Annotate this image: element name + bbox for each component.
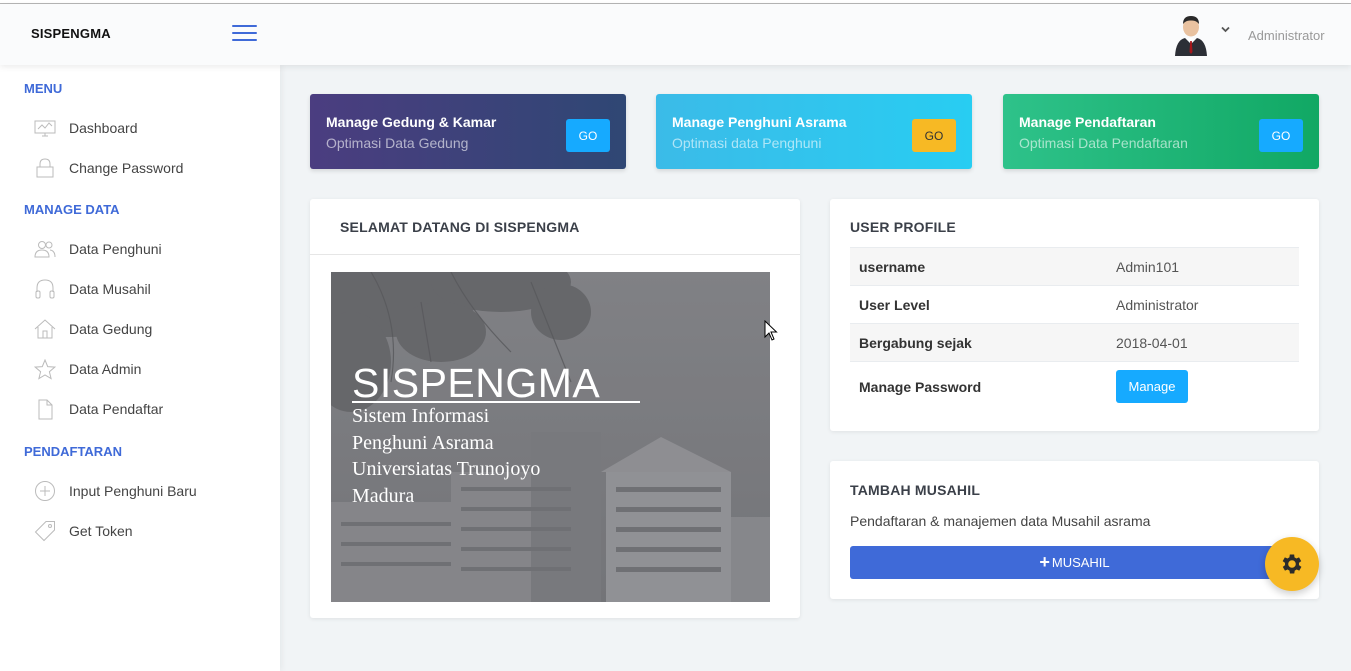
add-musahil-button[interactable]: + MUSAHIL xyxy=(850,546,1299,579)
plus-circle-icon xyxy=(30,479,62,503)
hero-line-3: Universiatas Trunojoyo xyxy=(352,458,541,480)
tile-manage-gedung: Manage Gedung & Kamar Optimasi Data Gedu… xyxy=(310,94,626,169)
sidebar-item-data-admin[interactable]: Data Admin xyxy=(30,354,270,384)
go-button-pendaftaran[interactable]: GO xyxy=(1259,119,1303,152)
profile-table: username Admin101 User Level Administrat… xyxy=(850,247,1299,412)
sidebar-item-label: Input Penghuni Baru xyxy=(69,483,197,499)
hero-title: SISPENGMA xyxy=(352,360,601,406)
tile-title: Manage Penghuni Asrama xyxy=(672,114,847,130)
table-row: Manage Password Manage xyxy=(850,361,1299,412)
table-row: Bergabung sejak 2018-04-01 xyxy=(850,323,1299,362)
menu-toggle-icon[interactable] xyxy=(232,25,257,42)
avatar[interactable] xyxy=(1172,14,1210,56)
profile-key: Manage Password xyxy=(850,361,1107,412)
manage-password-button[interactable]: Manage xyxy=(1116,370,1188,404)
tile-manage-pendaftaran: Manage Pendaftaran Optimasi Data Pendaft… xyxy=(1003,94,1319,169)
table-row: User Level Administrator xyxy=(850,285,1299,324)
headphones-icon xyxy=(30,277,62,301)
lock-icon xyxy=(30,156,62,180)
settings-gear-button[interactable] xyxy=(1265,537,1319,591)
go-button-gedung[interactable]: GO xyxy=(566,119,610,152)
welcome-title: SELAMAT DATANG DI SISPENGMA xyxy=(340,219,580,235)
sidebar-item-input-penghuni-baru[interactable]: Input Penghuni Baru xyxy=(30,476,270,506)
sidebar-item-label: Data Musahil xyxy=(69,281,151,297)
sidebar-item-label: Data Admin xyxy=(69,361,142,377)
tile-manage-penghuni: Manage Penghuni Asrama Optimasi data Pen… xyxy=(656,94,972,169)
sidebar-item-label: Dashboard xyxy=(69,120,138,136)
gear-icon xyxy=(1282,554,1302,574)
user-profile-card: USER PROFILE username Admin101 User Leve… xyxy=(830,199,1319,431)
profile-key: username xyxy=(850,247,1107,286)
file-icon xyxy=(30,397,62,421)
tile-title: Manage Pendaftaran xyxy=(1019,114,1156,130)
plus-icon: + xyxy=(1039,552,1050,572)
sidebar-item-label: Get Token xyxy=(69,523,133,539)
profile-title: USER PROFILE xyxy=(850,219,956,235)
sidebar-item-label: Change Password xyxy=(69,160,184,176)
profile-value: Admin101 xyxy=(1107,247,1299,286)
musahil-description: Pendaftaran & manajemen data Musahil asr… xyxy=(850,513,1151,529)
home-icon xyxy=(30,317,62,341)
monitor-icon xyxy=(30,116,62,140)
sidebar-section-manage-data: MANAGE DATA xyxy=(24,202,120,217)
chevron-down-icon[interactable] xyxy=(1221,24,1230,36)
header-user-name[interactable]: Administrator xyxy=(1248,28,1325,43)
tile-subtitle: Optimasi data Penghuni xyxy=(672,135,822,151)
go-button-penghuni[interactable]: GO xyxy=(912,119,956,152)
users-icon xyxy=(30,237,62,261)
hero-line-1: Sistem Informasi xyxy=(352,405,490,427)
sidebar-item-data-pendaftar[interactable]: Data Pendaftar xyxy=(30,394,270,424)
sidebar-item-label: Data Gedung xyxy=(69,321,153,337)
sidebar-item-dashboard[interactable]: Dashboard xyxy=(30,113,270,143)
app-header: SISPENGMA Administrator xyxy=(0,4,1351,65)
table-row: username Admin101 xyxy=(850,247,1299,286)
sidebar-section-pendaftaran: PENDAFTARAN xyxy=(24,444,122,459)
sidebar-section-menu: MENU xyxy=(24,81,63,96)
welcome-card: SELAMAT DATANG DI SISPENGMA SISPENGMA Si… xyxy=(310,199,800,618)
sidebar-item-label: Data Penghuni xyxy=(69,241,162,257)
hero-line-2: Penghuni Asrama xyxy=(352,431,494,454)
sidebar-item-change-password[interactable]: Change Password xyxy=(30,153,270,183)
sidebar-item-data-penghuni[interactable]: Data Penghuni xyxy=(30,234,270,264)
brand-logo[interactable]: SISPENGMA xyxy=(31,26,111,41)
mouse-cursor-icon xyxy=(764,320,778,341)
sidebar-item-data-musahil[interactable]: Data Musahil xyxy=(30,274,270,304)
sidebar: MENU Dashboard Change Password MANAGE DA… xyxy=(0,65,280,671)
tile-subtitle: Optimasi Data Pendaftaran xyxy=(1019,135,1188,151)
tambah-musahil-card: TAMBAH MUSAHIL Pendaftaran & manajemen d… xyxy=(830,461,1319,599)
sidebar-item-label: Data Pendaftar xyxy=(69,401,164,417)
tag-icon xyxy=(30,519,62,543)
tile-title: Manage Gedung & Kamar xyxy=(326,114,497,130)
hero-subtitle: Sistem Informasi Penghuni Asrama Univers… xyxy=(352,403,572,509)
profile-value: 2018-04-01 xyxy=(1107,323,1299,362)
tile-subtitle: Optimasi Data Gedung xyxy=(326,135,469,151)
profile-value: Administrator xyxy=(1107,285,1299,324)
sidebar-item-data-gedung[interactable]: Data Gedung xyxy=(30,314,270,344)
hero-line-4: Madura xyxy=(352,484,415,507)
add-musahil-label: MUSAHIL xyxy=(1051,555,1110,570)
star-icon xyxy=(30,357,62,381)
campus-hero-image: SISPENGMA Sistem Informasi Penghuni Asra… xyxy=(331,272,770,602)
sidebar-item-get-token[interactable]: Get Token xyxy=(30,516,270,546)
profile-key: Bergabung sejak xyxy=(850,323,1107,362)
musahil-title: TAMBAH MUSAHIL xyxy=(850,482,981,498)
profile-key: User Level xyxy=(850,285,1107,324)
